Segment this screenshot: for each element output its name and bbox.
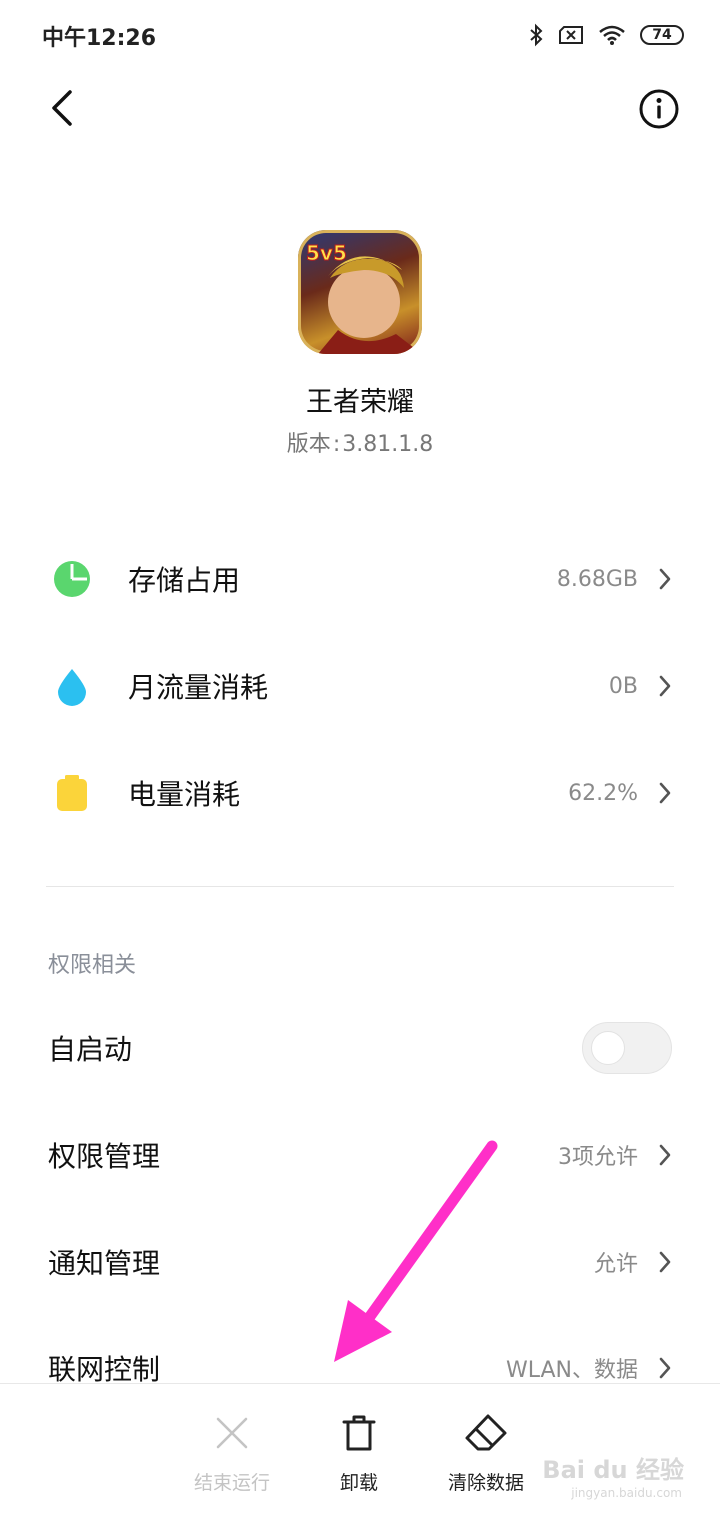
watermark-url: jingyan.baidu.com (571, 1486, 682, 1500)
uninstall-button[interactable]: 卸载 (299, 1412, 419, 1495)
section-divider (46, 886, 674, 887)
wifi-icon (599, 25, 625, 45)
permissions-section-title: 权限相关 (48, 953, 137, 978)
close-icon (216, 1417, 248, 1449)
autostart-label: 自启动 (48, 1033, 133, 1066)
storage-label: 存储占用 (128, 564, 241, 597)
data-usage-row[interactable]: 月流量消耗 0B (0, 636, 720, 736)
battery-icon (57, 775, 87, 811)
app-name: 王者荣耀 (306, 387, 414, 418)
version-number: 3.81.1.8 (342, 432, 434, 457)
battery-usage-label: 电量消耗 (128, 778, 241, 811)
back-arrow-icon[interactable] (46, 88, 78, 128)
permission-management-value: 3项允许 (558, 1145, 638, 1170)
clear-data-button[interactable]: 清除数据 (426, 1412, 546, 1495)
chevron-right-icon (659, 1144, 671, 1166)
permission-management-label: 权限管理 (48, 1140, 161, 1173)
clear-data-label: 清除数据 (447, 1472, 524, 1494)
app-icon-badge: 5v5 (306, 241, 347, 265)
bluetooth-icon (530, 23, 543, 47)
pie-chart-icon (54, 561, 90, 597)
status-time: 中午12:26 (42, 26, 157, 51)
version-label: 版本 (286, 432, 331, 457)
notification-management-label: 通知管理 (48, 1247, 161, 1280)
network-control-label: 联网控制 (48, 1353, 161, 1386)
eraser-icon (465, 1414, 507, 1451)
version-separator: : (332, 432, 341, 457)
chevron-right-icon (659, 1357, 671, 1379)
network-control-value: WLAN、数据 (505, 1358, 638, 1383)
autostart-toggle[interactable] (582, 1022, 672, 1074)
notification-management-value: 允许 (593, 1252, 638, 1277)
chevron-right-icon (659, 568, 671, 590)
info-icon[interactable] (638, 88, 680, 130)
data-usage-label: 月流量消耗 (128, 671, 269, 704)
battery-usage-value: 62.2% (568, 780, 638, 806)
battery-usage-row[interactable]: 电量消耗 62.2% (0, 743, 720, 843)
app-version: 版本:3.81.1.8 (0, 426, 720, 458)
uninstall-label: 卸载 (339, 1472, 378, 1494)
no-sim-icon (559, 26, 583, 44)
annotation-arrow (334, 1140, 498, 1362)
app-icon: 5v5 (298, 230, 422, 354)
storage-value: 8.68GB (556, 566, 638, 592)
battery-indicator: 74 (640, 25, 684, 45)
data-usage-value: 0B (608, 673, 638, 699)
trash-icon (342, 1415, 376, 1451)
chevron-right-icon (659, 675, 671, 697)
status-icons: 74 (528, 20, 684, 50)
autostart-row[interactable]: 自启动 (0, 998, 720, 1098)
water-drop-icon (58, 669, 86, 706)
chevron-right-icon (659, 782, 671, 804)
force-stop-label: 结束运行 (193, 1472, 270, 1494)
watermark: Bai du 经验 (542, 1456, 684, 1484)
chevron-right-icon (659, 1251, 671, 1273)
storage-row[interactable]: 存储占用 8.68GB (0, 529, 720, 629)
force-stop-button[interactable]: 结束运行 (172, 1412, 292, 1495)
toggle-knob (591, 1031, 625, 1065)
